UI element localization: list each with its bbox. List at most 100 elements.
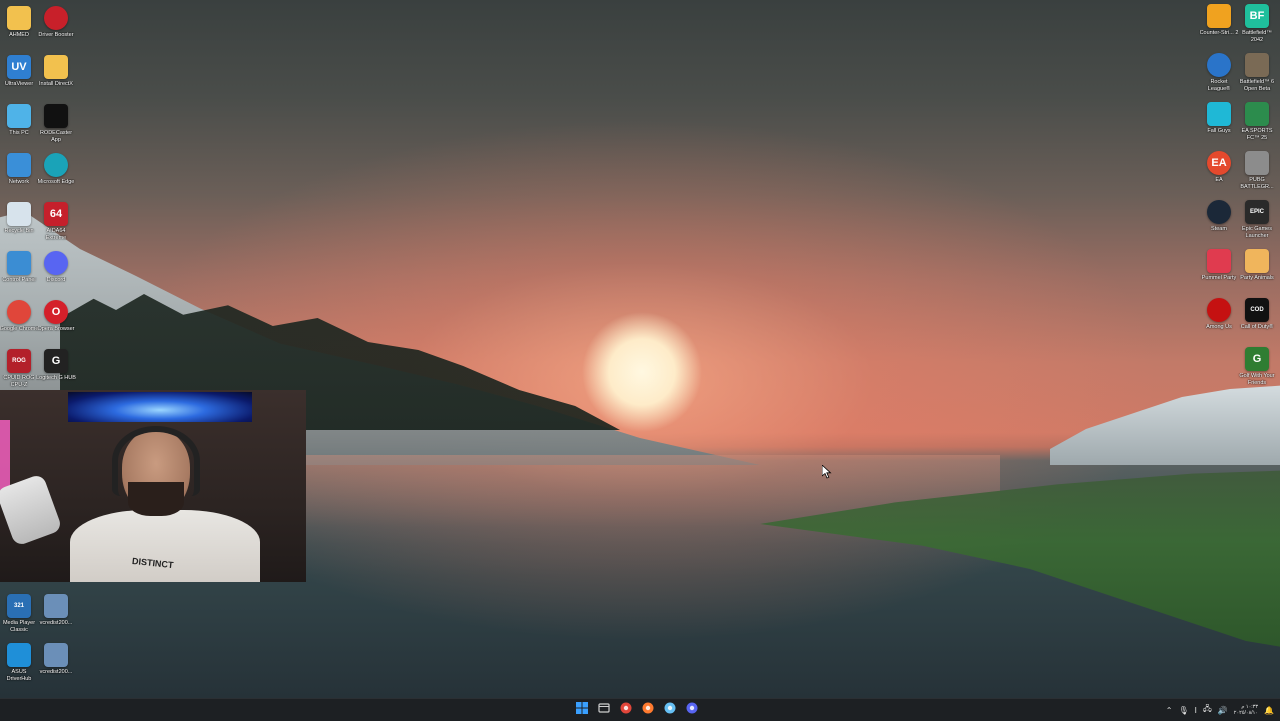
chrome-taskbar-button[interactable] bbox=[618, 702, 634, 718]
discord-icon bbox=[44, 251, 68, 275]
desktop-shortcut-label: Driver Booster bbox=[38, 32, 74, 38]
desktop-shortcut-rodecaster[interactable]: RODECaster App bbox=[37, 104, 75, 144]
pummel-party-icon bbox=[1207, 249, 1231, 273]
desktop-shortcut-label: Opera Browser bbox=[37, 326, 75, 332]
desktop-shortcut-label: Pummel Party bbox=[1201, 275, 1237, 281]
network-icon bbox=[7, 153, 31, 177]
taskbar-apps bbox=[574, 699, 700, 721]
logitech-ghub-icon: G bbox=[44, 349, 68, 373]
desktop-shortcut-label: Discord bbox=[46, 277, 66, 283]
notification-icon[interactable]: 🔔 bbox=[1264, 706, 1274, 715]
steam-icon bbox=[1207, 200, 1231, 224]
desktop-shortcut-counter-strike[interactable]: Counter-Stri... 2 bbox=[1200, 4, 1238, 37]
desktop-shortcut-asus-driverhub[interactable]: ASUS DriverHub bbox=[0, 643, 38, 683]
desktop-shortcut-label: Recycle Bin bbox=[4, 228, 34, 234]
desktop-shortcut-ea[interactable]: EA EA bbox=[1200, 151, 1238, 184]
desktop-shortcut-discord[interactable]: Discord bbox=[37, 251, 75, 284]
desktop-shortcut-installer[interactable]: vcredist200... bbox=[37, 643, 75, 676]
discord-taskbar-button[interactable] bbox=[684, 702, 700, 718]
clock[interactable]: ١٠:٣٣ م ٢٠٢٥/٠٨/١٠ bbox=[1234, 704, 1258, 716]
desktop-shortcut-ultraviewer[interactable]: UV UltraViewer bbox=[0, 55, 38, 88]
desktop-shortcut-installer[interactable]: vcredist200... bbox=[37, 594, 75, 627]
desktop-shortcut-ea-fc[interactable]: EA SPORTS FC™ 25 bbox=[1238, 102, 1276, 142]
windows-logo-icon bbox=[576, 701, 588, 719]
pen-icon[interactable]: ⅼ bbox=[1195, 706, 1197, 715]
desktop-shortcut-label: Rocket League® bbox=[1207, 79, 1231, 92]
desktop-shortcut-network[interactable]: Network bbox=[0, 153, 38, 186]
webcam-person-shirt bbox=[70, 510, 260, 582]
desktop-shortcut-label: Steam bbox=[1211, 226, 1227, 232]
opera-icon: O bbox=[44, 300, 68, 324]
desktop-shortcut-fall-guys[interactable]: Fall Guys bbox=[1200, 102, 1238, 135]
computer-icon bbox=[7, 104, 31, 128]
desktop-shortcut-label: Microsoft Edge bbox=[37, 179, 75, 185]
desktop-shortcut-control-panel[interactable]: Control Panel bbox=[0, 251, 38, 284]
desktop-shortcut-label: CPUID ROG CPU-Z bbox=[3, 375, 35, 388]
desktop-shortcut-edge[interactable]: Microsoft Edge bbox=[37, 153, 75, 186]
desktop-shortcut-label: ASUS DriverHub bbox=[6, 669, 32, 682]
desktop-shortcut-label: Media Player Classic bbox=[2, 620, 36, 633]
desktop-shortcut-pubg[interactable]: PUBG BATTLEGR... bbox=[1238, 151, 1276, 191]
desktop-shortcut-computer[interactable]: This PC bbox=[0, 104, 38, 137]
fall-guys-icon bbox=[1207, 102, 1231, 126]
desktop-shortcut-label: Google Chrome bbox=[0, 326, 39, 332]
webcam-rgb-light bbox=[0, 420, 10, 490]
steam-icon bbox=[664, 701, 676, 719]
desktop-shortcut-party-animals[interactable]: Party Animals bbox=[1238, 249, 1276, 282]
desktop-shortcut-label: Counter-Stri... 2 bbox=[1199, 30, 1239, 36]
webcam-overlay: DISTINCT bbox=[0, 390, 306, 582]
desktop-shortcut-label: AHMED bbox=[9, 32, 29, 38]
microphone-icon[interactable]: 🎙 bbox=[1178, 706, 1188, 715]
desktop-shortcut-battlefield-2042[interactable]: BF Battlefield™ 2042 bbox=[1238, 4, 1276, 44]
steam-taskbar-button[interactable] bbox=[662, 702, 678, 718]
folder-icon bbox=[44, 55, 68, 79]
desktop-shortcut-label: Install DirectX bbox=[39, 81, 73, 87]
desktop-shortcut-media-player[interactable]: 321 Media Player Classic bbox=[0, 594, 38, 634]
desktop-shortcut-battlefield-6[interactable]: Battlefield™ 6 Open Beta bbox=[1238, 53, 1276, 93]
file-explorer-button[interactable] bbox=[596, 702, 612, 718]
desktop-shortcut-golf-with-friends[interactable]: G Golf With Your Friends bbox=[1238, 347, 1276, 387]
desktop-shortcut-rocket-league[interactable]: Rocket League® bbox=[1200, 53, 1238, 93]
chevron-up-icon[interactable]: ⌃ bbox=[1166, 706, 1173, 715]
desktop-shortcut-label: Call of Duty® bbox=[1240, 324, 1274, 330]
asus-driverhub-icon bbox=[7, 643, 31, 667]
desktop-shortcut-label: EA SPORTS FC™ 25 bbox=[1241, 128, 1273, 141]
volume-icon[interactable]: 🔊 bbox=[1218, 706, 1228, 715]
folder-icon bbox=[7, 6, 31, 30]
desktop-shortcut-folder[interactable]: AHMED bbox=[0, 6, 38, 39]
desktop-shortcut-chrome[interactable]: Google Chrome bbox=[0, 300, 38, 333]
cpuz-icon: ROG bbox=[7, 349, 31, 373]
desktop-shortcut-folder[interactable]: Install DirectX bbox=[37, 55, 75, 88]
driver-booster-icon bbox=[44, 6, 68, 30]
battlefield-6-icon bbox=[1245, 53, 1269, 77]
desktop-shortcut-label: This PC bbox=[9, 130, 29, 136]
firefox-taskbar-button[interactable] bbox=[640, 702, 656, 718]
desktop-shortcut-pummel-party[interactable]: Pummel Party bbox=[1200, 249, 1238, 282]
microphone-icon bbox=[0, 473, 63, 547]
desktop-shortcut-call-of-duty[interactable]: COD Call of Duty® bbox=[1238, 298, 1276, 331]
desktop-shortcut-cpuz[interactable]: ROG CPUID ROG CPU-Z bbox=[0, 349, 38, 389]
desktop-shortcut-label: Control Panel bbox=[2, 277, 36, 283]
desktop-shortcut-epic-games[interactable]: EPIC Epic Games Launcher bbox=[1238, 200, 1276, 240]
desktop-shortcut-label: PUBG BATTLEGR... bbox=[1240, 177, 1274, 190]
desktop-shortcut-aida64[interactable]: 64 AIDA64 Extreme bbox=[37, 202, 75, 242]
start-button[interactable] bbox=[574, 702, 590, 718]
desktop-shortcut-driver-booster[interactable]: Driver Booster bbox=[37, 6, 75, 39]
desktop-shortcut-among-us[interactable]: Among Us bbox=[1200, 298, 1238, 331]
ultraviewer-icon: UV bbox=[7, 55, 31, 79]
desktop-shortcut-logitech-ghub[interactable]: G Logitech G HUB bbox=[36, 349, 76, 382]
party-animals-icon bbox=[1245, 249, 1269, 273]
desktop-shortcut-recycle-bin[interactable]: Recycle Bin bbox=[0, 202, 38, 235]
desktop-shortcut-label: Logitech G HUB bbox=[36, 375, 76, 381]
desktop-shortcut-label: Golf With Your Friends bbox=[1239, 373, 1275, 386]
headset-icon bbox=[112, 426, 200, 496]
desktop-shortcut-opera[interactable]: O Opera Browser bbox=[37, 300, 75, 333]
desktop-shortcut-label: vcredist200... bbox=[39, 669, 73, 675]
desktop-shortcut-label: RODECaster App bbox=[39, 130, 73, 143]
system-tray: ⌃ 🎙 ⅼ 🖧 🔊 ١٠:٣٣ م ٢٠٢٥/٠٨/١٠ 🔔 bbox=[1166, 699, 1274, 721]
rocket-league-icon bbox=[1207, 53, 1231, 77]
network-icon[interactable]: 🖧 bbox=[1203, 703, 1212, 717]
desktop-shortcut-label: Party Animals bbox=[1240, 275, 1274, 281]
control-panel-icon bbox=[7, 251, 31, 275]
desktop-shortcut-steam[interactable]: Steam bbox=[1200, 200, 1238, 233]
